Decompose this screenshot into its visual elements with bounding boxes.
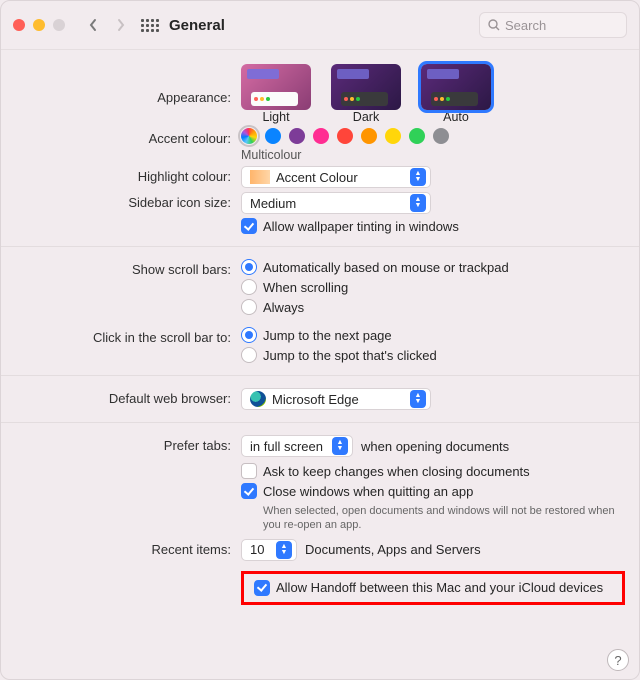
clickscroll-label: Click in the scroll bar to: <box>15 327 241 345</box>
highlight-swatch-icon <box>250 170 270 184</box>
accent-swatch-purple[interactable] <box>289 128 305 144</box>
handoff-highlight: Allow Handoff between this Mac and your … <box>241 571 625 605</box>
appearance-option-auto[interactable]: Auto <box>421 64 491 124</box>
highlight-select[interactable]: Accent Colour ▲▼ <box>241 166 431 188</box>
accent-swatch-orange[interactable] <box>361 128 377 144</box>
handoff-label: Allow Handoff between this Mac and your … <box>276 580 603 595</box>
chevron-updown-icon: ▲▼ <box>410 390 426 408</box>
forward-button[interactable] <box>109 13 133 37</box>
divider <box>1 422 639 423</box>
tabs-label: Prefer tabs: <box>15 435 241 453</box>
tabs-suffix: when opening documents <box>361 439 509 454</box>
recent-suffix: Documents, Apps and Servers <box>305 542 481 557</box>
accent-swatch-blue[interactable] <box>265 128 281 144</box>
sidebar-value: Medium <box>250 196 296 211</box>
zoom-icon[interactable] <box>53 19 65 31</box>
appearance-auto-label: Auto <box>443 110 469 124</box>
chevron-updown-icon: ▲▼ <box>276 541 292 559</box>
radio-icon <box>241 259 257 275</box>
search-input[interactable]: Search <box>479 12 627 38</box>
help-button[interactable]: ? <box>607 649 629 671</box>
scrollbars-option-always[interactable]: Always <box>241 299 625 315</box>
ask-keep-checkbox[interactable]: Ask to keep changes when closing documen… <box>241 463 625 479</box>
checkbox-icon <box>241 483 257 499</box>
checkbox-icon <box>241 463 257 479</box>
accent-swatch-multi[interactable] <box>241 128 257 144</box>
tabs-select[interactable]: in full screen ▲▼ <box>241 435 353 457</box>
content: Appearance: Light Dark Auto <box>1 50 639 623</box>
clickscroll-option-next[interactable]: Jump to the next page <box>241 327 625 343</box>
recent-value: 10 <box>250 542 264 557</box>
edge-icon <box>250 391 266 407</box>
close-icon[interactable] <box>13 19 25 31</box>
radio-icon <box>241 327 257 343</box>
browser-value: Microsoft Edge <box>272 392 359 407</box>
close-windows-label: Close windows when quitting an app <box>263 484 473 499</box>
titlebar: General Search <box>1 1 639 50</box>
appearance-light-label: Light <box>262 110 289 124</box>
browser-label: Default web browser: <box>15 388 241 406</box>
scrollbars-option-scrolling[interactable]: When scrolling <box>241 279 625 295</box>
handoff-checkbox[interactable]: Allow Handoff between this Mac and your … <box>254 580 612 596</box>
checkbox-icon <box>241 218 257 234</box>
minimize-icon[interactable] <box>33 19 45 31</box>
scrollbars-label: Show scroll bars: <box>15 259 241 277</box>
checkbox-icon <box>254 580 270 596</box>
search-icon <box>488 19 500 31</box>
accent-swatch-yellow[interactable] <box>385 128 401 144</box>
close-windows-checkbox[interactable]: Close windows when quitting an app <box>241 483 625 499</box>
divider <box>1 246 639 247</box>
chevron-updown-icon: ▲▼ <box>332 437 348 455</box>
accent-swatch-pink[interactable] <box>313 128 329 144</box>
sidebar-size-select[interactable]: Medium ▲▼ <box>241 192 431 214</box>
highlight-label: Highlight colour: <box>15 166 241 184</box>
wallpaper-tint-label: Allow wallpaper tinting in windows <box>263 219 459 234</box>
back-button[interactable] <box>81 13 105 37</box>
appearance-option-dark[interactable]: Dark <box>331 64 401 124</box>
accent-swatch-graphite[interactable] <box>433 128 449 144</box>
close-windows-note: When selected, open documents and window… <box>263 504 625 533</box>
chevron-updown-icon: ▲▼ <box>410 194 426 212</box>
accent-caption: Multicolour <box>241 148 625 162</box>
highlight-value: Accent Colour <box>276 170 358 185</box>
radio-icon <box>241 299 257 315</box>
browser-select[interactable]: Microsoft Edge ▲▼ <box>241 388 431 410</box>
accent-swatch-red[interactable] <box>337 128 353 144</box>
wallpaper-tint-checkbox[interactable]: Allow wallpaper tinting in windows <box>241 218 625 234</box>
chevron-updown-icon: ▲▼ <box>410 168 426 186</box>
appearance-label: Appearance: <box>15 64 241 105</box>
sidebar-label: Sidebar icon size: <box>15 192 241 210</box>
window-controls <box>13 19 65 31</box>
ask-keep-label: Ask to keep changes when closing documen… <box>263 464 530 479</box>
appearance-option-light[interactable]: Light <box>241 64 311 124</box>
tabs-value: in full screen <box>250 439 323 454</box>
recent-select[interactable]: 10 ▲▼ <box>241 539 297 561</box>
scrollbars-option-auto[interactable]: Automatically based on mouse or trackpad <box>241 259 625 275</box>
appearance-dark-label: Dark <box>353 110 379 124</box>
clickscroll-option-spot[interactable]: Jump to the spot that's clicked <box>241 347 625 363</box>
radio-icon <box>241 347 257 363</box>
radio-icon <box>241 279 257 295</box>
accent-label: Accent colour: <box>15 128 241 146</box>
accent-swatch-green[interactable] <box>409 128 425 144</box>
preferences-window: General Search Appearance: Light Dark <box>0 0 640 680</box>
divider <box>1 375 639 376</box>
page-title: General <box>169 17 225 34</box>
show-all-icon[interactable] <box>141 16 159 34</box>
search-placeholder: Search <box>505 18 546 33</box>
recent-label: Recent items: <box>15 539 241 557</box>
